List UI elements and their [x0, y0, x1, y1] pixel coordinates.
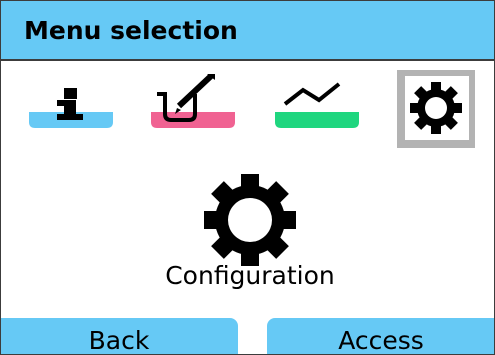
access-button[interactable]: Access	[267, 318, 495, 355]
menu-item-configuration[interactable]	[397, 70, 481, 150]
page-title: Menu selection	[24, 16, 238, 45]
configuration-gear-icon	[202, 172, 298, 268]
selected-menu-label: Configuration	[165, 261, 335, 290]
diagnostics-icon	[275, 82, 359, 128]
menu-item-info[interactable]	[29, 74, 113, 154]
calibration-icon	[151, 74, 235, 128]
gear-icon	[397, 70, 475, 148]
title-bar: Menu selection	[1, 1, 494, 61]
menu-item-diagnostics[interactable]	[275, 74, 359, 154]
info-icon	[29, 88, 113, 128]
menu-item-calibration[interactable]	[151, 74, 235, 154]
menu-selection-screen: Menu selection Configuration Back Access	[0, 0, 495, 355]
back-button[interactable]: Back	[0, 318, 238, 355]
